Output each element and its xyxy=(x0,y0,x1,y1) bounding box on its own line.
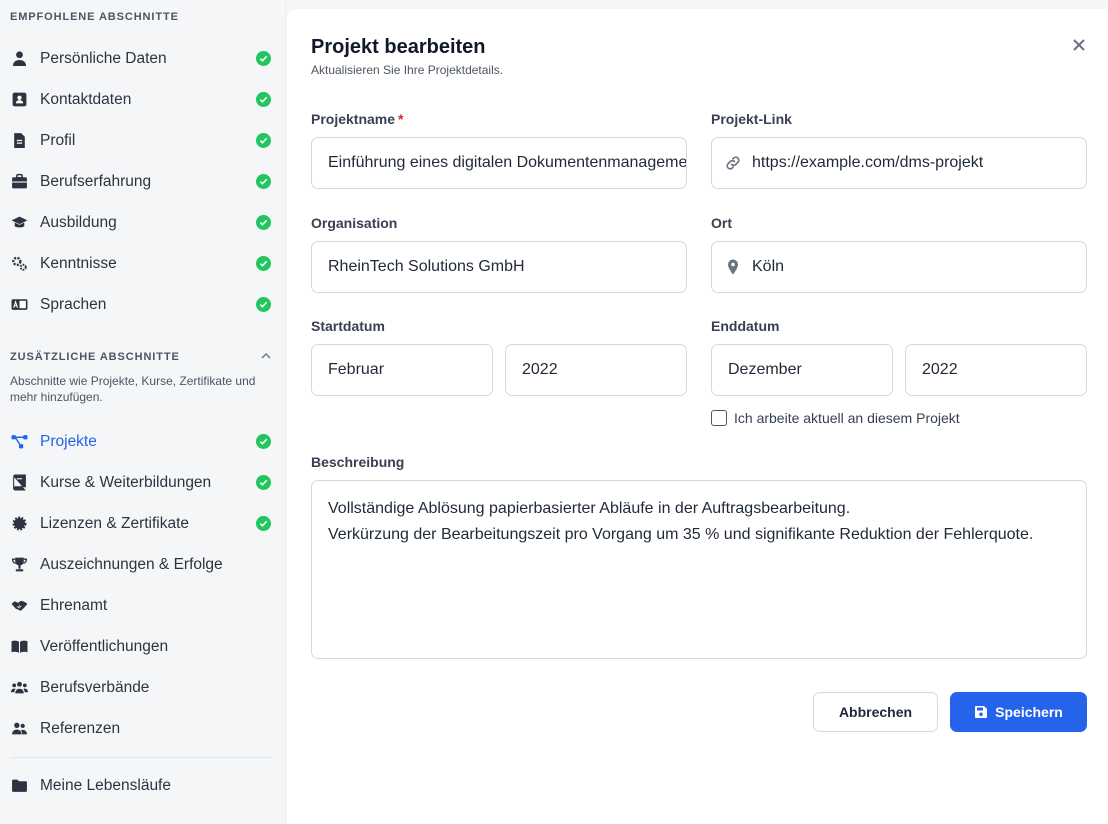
check-icon xyxy=(256,297,271,312)
contact-card-icon xyxy=(10,91,28,109)
sidebar-item-label: Projekte xyxy=(40,432,97,450)
user-icon xyxy=(10,50,28,68)
sidebar-item-professional-associations[interactable]: Berufsverbände xyxy=(0,667,286,708)
sidebar-item-label: Meine Lebensläufe xyxy=(40,776,171,794)
location-input[interactable]: Köln xyxy=(711,241,1087,293)
check-icon xyxy=(256,256,271,271)
project-link-input[interactable]: https://example.com/dms-projekt xyxy=(711,137,1087,189)
currently-working-checkbox[interactable] xyxy=(711,410,727,426)
sidebar-item-label: Ausbildung xyxy=(40,213,117,231)
description-line: Vollständige Ablösung papierbasierter Ab… xyxy=(328,500,851,517)
folder-icon xyxy=(10,777,28,795)
project-name-input[interactable]: Einführung eines digitalen Dokumentenman… xyxy=(311,137,687,189)
description-line: Verkürzung der Bearbeitungszeit pro Vorg… xyxy=(328,526,1034,543)
map-pin-icon xyxy=(728,259,738,275)
sidebar-item-awards[interactable]: Auszeichnungen & Erfolge xyxy=(0,544,286,585)
required-marker: * xyxy=(398,111,404,127)
language-icon xyxy=(10,296,28,314)
sidebar-item-label: Auszeichnungen & Erfolge xyxy=(40,555,223,573)
handshake-icon xyxy=(10,597,28,615)
end-month-select[interactable]: Dezember xyxy=(711,344,893,396)
start-month-select[interactable]: Februar xyxy=(311,344,493,396)
sidebar-item-licenses[interactable]: Lizenzen & Zertifikate xyxy=(0,503,286,544)
location-label: Ort xyxy=(711,215,732,231)
organisation-label: Organisation xyxy=(311,215,398,231)
project-link-label: Projekt-Link xyxy=(711,111,792,127)
sidebar-item-courses[interactable]: Kurse & Weiterbildungen xyxy=(0,462,286,503)
cancel-button[interactable]: Abbrechen xyxy=(813,692,938,732)
sidebar-item-label: Profil xyxy=(40,131,76,149)
check-icon xyxy=(256,133,271,148)
sidebar-item-label: Berufserfahrung xyxy=(40,172,152,190)
additional-sections-heading: ZUSÄTZLICHE ABSCHNITTE xyxy=(10,351,180,363)
floppy-disk-icon xyxy=(975,706,988,718)
sidebar-item-work-experience[interactable]: Berufserfahrung xyxy=(0,161,286,202)
sidebar-item-projects[interactable]: Projekte xyxy=(0,421,286,462)
recommended-sections-heading: EMPFOHLENE ABSCHNITTE xyxy=(10,11,179,23)
start-date-label: Startdatum xyxy=(311,318,385,334)
check-icon xyxy=(256,174,271,189)
sidebar-item-label: Kontaktdaten xyxy=(40,90,132,108)
end-year-select[interactable]: 2022 xyxy=(905,344,1087,396)
save-button[interactable]: Speichern xyxy=(950,692,1087,732)
briefcase-icon xyxy=(10,173,28,191)
check-icon xyxy=(256,92,271,107)
description-textarea[interactable]: Vollständige Ablösung papierbasierter Ab… xyxy=(311,480,1087,659)
sidebar-item-references[interactable]: Referenzen xyxy=(0,708,286,749)
project-nodes-icon xyxy=(10,433,28,451)
end-date-label: Enddatum xyxy=(711,318,780,334)
additional-sections-note: Abschnitte wie Projekte, Kurse, Zertifik… xyxy=(10,374,256,404)
link-icon xyxy=(726,156,740,170)
sidebar-item-label: Veröffentlichungen xyxy=(40,637,169,655)
people-icon xyxy=(10,720,28,738)
sidebar-item-contact-data[interactable]: Kontaktdaten xyxy=(0,79,286,120)
sidebar-item-volunteering[interactable]: Ehrenamt xyxy=(0,585,286,626)
description-label: Beschreibung xyxy=(311,454,405,470)
check-icon xyxy=(256,475,271,490)
currently-working-label: Ich arbeite aktuell an diesem Projekt xyxy=(734,410,960,426)
page-title: Projekt bearbeiten xyxy=(311,36,486,58)
open-book-icon xyxy=(10,638,28,656)
sidebar-item-label: Ehrenamt xyxy=(40,596,108,614)
sidebar-item-label: Lizenzen & Zertifikate xyxy=(40,514,190,532)
group-icon xyxy=(10,679,28,697)
chevron-up-icon[interactable] xyxy=(259,349,273,363)
certificate-icon xyxy=(10,515,28,533)
sidebar-item-profile[interactable]: Profil xyxy=(0,120,286,161)
check-icon xyxy=(256,215,271,230)
sidebar-item-education[interactable]: Ausbildung xyxy=(0,202,286,243)
edit-project-panel: Projekt bearbeiten Aktualisieren Sie Ihr… xyxy=(287,9,1108,824)
sidebar-item-label: Persönliche Daten xyxy=(40,49,167,67)
sidebar-item-label: Referenzen xyxy=(40,719,121,737)
check-icon xyxy=(256,51,271,66)
project-name-label: Projektname * xyxy=(311,111,404,127)
document-icon xyxy=(10,132,28,150)
close-icon[interactable] xyxy=(1070,36,1088,54)
check-icon xyxy=(256,434,271,449)
sidebar-item-publications[interactable]: Veröffentlichungen xyxy=(0,626,286,667)
sidebar-item-label: Kurse & Weiterbildungen xyxy=(40,473,212,491)
book-icon xyxy=(10,474,28,492)
sidebar-item-languages[interactable]: Sprachen xyxy=(0,284,286,325)
sidebar: EMPFOHLENE ABSCHNITTE Persönliche Daten … xyxy=(0,0,286,824)
sidebar-item-skills[interactable]: Kenntnisse xyxy=(0,243,286,284)
page-subtitle: Aktualisieren Sie Ihre Projektdetails. xyxy=(311,63,504,77)
start-year-select[interactable]: 2022 xyxy=(505,344,687,396)
sidebar-divider xyxy=(10,757,272,758)
check-icon xyxy=(256,516,271,531)
sidebar-item-label: Sprachen xyxy=(40,295,107,313)
gears-icon xyxy=(10,255,28,273)
sidebar-item-label: Kenntnisse xyxy=(40,254,117,272)
sidebar-item-label: Berufsverbände xyxy=(40,678,150,696)
organisation-input[interactable]: RheinTech Solutions GmbH xyxy=(311,241,687,293)
sidebar-item-my-resumes[interactable]: Meine Lebensläufe xyxy=(0,765,286,806)
graduation-cap-icon xyxy=(10,214,28,232)
trophy-icon xyxy=(10,556,28,574)
sidebar-item-personal-data[interactable]: Persönliche Daten xyxy=(0,38,286,79)
